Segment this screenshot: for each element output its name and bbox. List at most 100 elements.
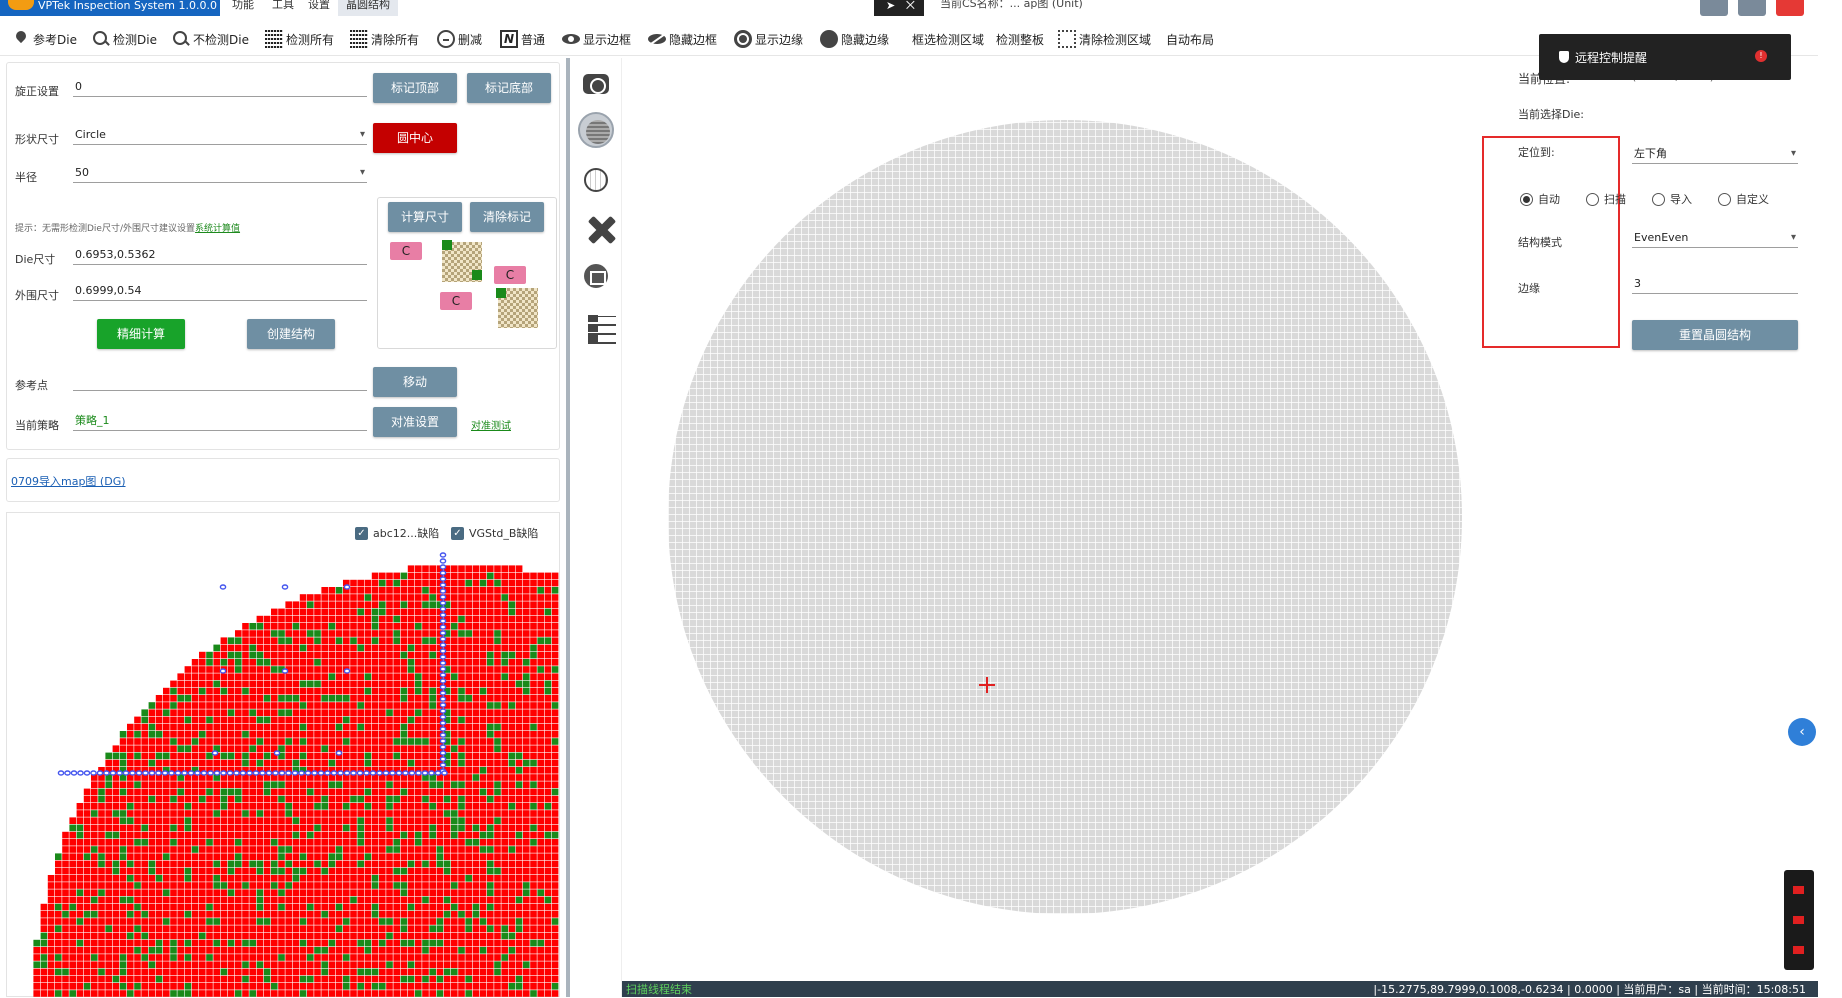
create-structure-button[interactable]: 创建结构 — [247, 319, 335, 349]
tool-hide-border[interactable]: 隐藏边框 — [648, 28, 717, 50]
circle-center-button[interactable]: 圆中心 — [373, 123, 457, 153]
shape-select[interactable]: Circle — [73, 125, 367, 145]
flag-icon[interactable] — [1793, 916, 1804, 924]
locate-select[interactable]: 左下角 — [1632, 144, 1798, 164]
tool-label: 框选检测区域 — [912, 32, 985, 47]
structure-mode-label: 结构模式 — [1518, 236, 1562, 249]
edge-input[interactable]: 3 — [1632, 274, 1798, 294]
minus-circle-icon — [437, 30, 455, 48]
die-size-input[interactable]: 0.6953,0.5362 — [73, 245, 367, 265]
c-marker: C — [390, 242, 422, 260]
menu-tools[interactable]: 工具 — [272, 0, 294, 16]
mark-bottom-button[interactable]: 标记底部 — [467, 73, 551, 103]
reset-wafer-structure-button[interactable]: 重置晶圆结构 — [1632, 320, 1798, 350]
radio-custom[interactable]: 自定义 — [1718, 191, 1769, 207]
tools-icon — [584, 216, 608, 240]
n-icon: N — [500, 30, 518, 48]
radio-label: 自动 — [1538, 193, 1560, 206]
mark-top-button[interactable]: 标记顶部 — [373, 73, 457, 103]
tool-label: 不检测Die — [193, 32, 249, 47]
radio-auto[interactable]: 自动 — [1520, 191, 1560, 207]
notification-badge: ! — [1755, 50, 1767, 62]
image-button[interactable] — [578, 258, 614, 294]
defect-filter-2[interactable]: ✓ VGStd_B缺陷 — [451, 525, 538, 541]
tool-normal[interactable]: N 普通 — [500, 28, 545, 50]
menu-wafer-structure[interactable]: 晶圆结构 — [338, 0, 398, 16]
status-message: 扫描线程结束 — [626, 983, 692, 996]
eye-icon — [562, 30, 580, 48]
tool-show-edge[interactable]: 显示边缘 — [734, 28, 803, 50]
outer-size-input[interactable]: 0.6999,0.54 — [73, 281, 367, 301]
camera-icon — [583, 74, 609, 94]
radius-select[interactable]: 50 — [73, 163, 367, 183]
exit-button[interactable] — [1776, 0, 1804, 16]
disc-icon — [820, 30, 838, 48]
flag-panel — [1784, 870, 1814, 970]
system-calc-link[interactable]: 系统计算值 — [195, 224, 240, 234]
hint-text: 提示：无需形检测Die尺寸/外围尺寸建议设置系统计算值 — [15, 221, 240, 234]
marker-square — [472, 270, 482, 280]
align-test-link[interactable]: 对准测试 — [471, 417, 511, 432]
radio-import[interactable]: 导入 — [1652, 191, 1692, 207]
wafer-grid-icon — [586, 120, 610, 144]
align-settings-button[interactable]: 对准设置 — [373, 407, 457, 437]
defect-wafer-map[interactable] — [19, 551, 561, 998]
tool-trim[interactable]: 删减 — [437, 28, 482, 50]
structure-mode-select[interactable]: EvenEven — [1632, 228, 1798, 248]
tool-ref-die[interactable]: 参考Die — [12, 28, 77, 50]
rotation-label: 旋正设置 — [15, 85, 59, 98]
structure-settings-card: 旋正设置 0 标记顶部 标记底部 形状尺寸 Circle 圆中心 半径 50 计… — [6, 62, 560, 450]
wafer-die-grid[interactable] — [668, 120, 1462, 914]
tool-inspect-die[interactable]: 检测Die — [92, 28, 157, 50]
remote-control-toast[interactable]: 远程控制提醒 ! — [1539, 34, 1791, 80]
defect-filter-1[interactable]: ✓ abc12...缺陷 — [355, 525, 439, 541]
radio-scan[interactable]: 扫描 — [1586, 191, 1626, 207]
tool-inspect-board[interactable]: 检测整板 — [996, 28, 1044, 50]
fine-calc-button[interactable]: 精细计算 — [97, 319, 185, 349]
magnifier-icon — [92, 30, 110, 48]
tool-label: 显示边框 — [583, 32, 632, 47]
maximize-button[interactable] — [1738, 0, 1766, 16]
hint-body: 提示：无需形检测Die尺寸/外围尺寸建议设置 — [15, 224, 196, 234]
tool-hide-edge[interactable]: 隐藏边缘 — [820, 28, 889, 50]
shield-icon — [1559, 51, 1569, 63]
selected-die-label: 当前选择Die: — [1518, 108, 1584, 121]
tool-show-border[interactable]: 显示边框 — [562, 28, 631, 50]
radio-icon — [1586, 192, 1599, 206]
tool-inspect-all[interactable]: 检测所有 — [265, 28, 334, 50]
flag-icon[interactable] — [1793, 946, 1804, 954]
close-remote-icon[interactable]: ⨉ — [906, 0, 915, 12]
tool-auto-layout[interactable]: 自动布局 — [1166, 28, 1214, 50]
camera-button[interactable] — [578, 66, 614, 102]
tool-clear-region[interactable]: 清除检测区域 — [1058, 28, 1151, 50]
collapse-panel-button[interactable]: ‹ — [1788, 718, 1816, 746]
clear-mark-button[interactable]: 清除标记 — [470, 202, 544, 232]
status-value: 0.0000 — [1574, 983, 1613, 996]
wafer-view-button[interactable] — [578, 112, 614, 148]
remote-control-bar[interactable]: ➤ ⨉ — [874, 0, 924, 16]
calc-size-button[interactable]: 计算尺寸 — [388, 202, 462, 232]
image-icon — [584, 264, 608, 288]
move-button[interactable]: 移动 — [373, 367, 457, 397]
grid-icon — [265, 30, 283, 48]
map-file-link[interactable]: 0709导入map图 (DG) — [11, 473, 126, 489]
ref-point-input[interactable] — [73, 371, 367, 391]
rotation-input[interactable]: 0 — [73, 77, 367, 97]
tool-select-region[interactable]: 框选检测区域 — [912, 28, 984, 50]
flag-icon[interactable] — [1793, 886, 1804, 894]
map-file-card: 0709导入map图 (DG) — [6, 458, 560, 502]
menu-settings[interactable]: 设置 — [308, 0, 330, 16]
status-user: 当前用户：sa — [1623, 983, 1691, 996]
checklist-icon — [584, 312, 616, 344]
tool-clear-all[interactable]: 清除所有 — [350, 28, 419, 50]
menu-function[interactable]: 功能 — [232, 0, 254, 16]
tools-button[interactable] — [578, 210, 614, 246]
tool-skip-die[interactable]: 不检测Die — [172, 28, 249, 50]
radius-label: 半径 — [15, 171, 37, 184]
cursor-icon: ➤ — [886, 0, 896, 12]
minimize-button[interactable] — [1700, 0, 1728, 16]
pin-icon — [12, 30, 30, 48]
wafer-outline-button[interactable] — [578, 162, 614, 198]
checklist-button[interactable] — [578, 306, 616, 344]
strategy-input[interactable]: 策略_1 — [73, 411, 367, 431]
